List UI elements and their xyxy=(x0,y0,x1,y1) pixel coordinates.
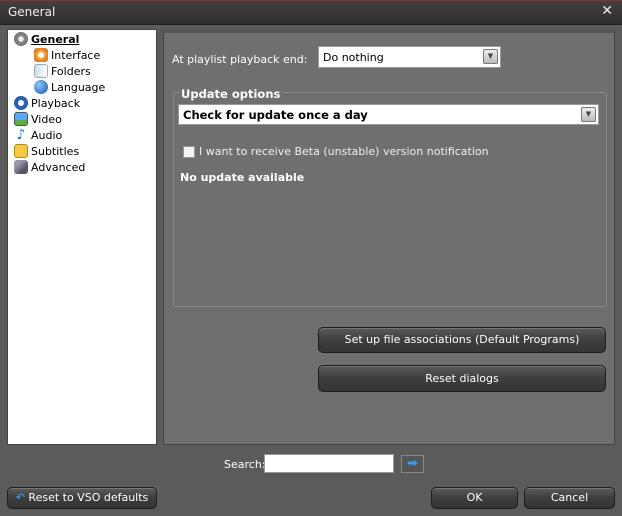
close-button[interactable]: ✕ xyxy=(601,3,613,19)
tree-item-subtitles[interactable]: Subtitles xyxy=(14,144,79,158)
window-title: General xyxy=(8,5,56,19)
update-options-label: Update options xyxy=(179,87,283,101)
chevron-down-icon: ▼ xyxy=(581,107,596,122)
video-icon xyxy=(14,112,28,126)
search-go-button[interactable]: ➡ xyxy=(401,455,424,473)
general-settings-panel: At playlist playback end: Do nothing ▼ U… xyxy=(163,29,615,445)
tree-item-folders[interactable]: Folders xyxy=(34,64,91,78)
category-tree: General Interface Folders Language Playb… xyxy=(7,29,157,445)
playlist-end-label: At playlist playback end: xyxy=(172,53,308,66)
interface-icon xyxy=(34,48,48,62)
tree-item-interface[interactable]: Interface xyxy=(34,48,100,62)
playlist-end-select[interactable]: Do nothing ▼ xyxy=(318,46,501,68)
tree-item-playback[interactable]: Playback xyxy=(14,96,80,110)
beta-checkbox[interactable] xyxy=(183,146,195,158)
folder-icon xyxy=(34,64,48,78)
update-frequency-select[interactable]: Check for update once a day ▼ xyxy=(178,104,599,125)
tree-item-language[interactable]: Language xyxy=(34,80,105,94)
tree-item-advanced[interactable]: Advanced xyxy=(14,160,85,174)
reset-dialogs-button[interactable]: Reset dialogs xyxy=(318,365,606,392)
ok-button[interactable]: OK xyxy=(431,487,518,509)
title-bar[interactable]: General ✕ xyxy=(0,0,622,25)
gear-icon xyxy=(14,32,28,46)
globe-icon xyxy=(34,80,48,94)
undo-icon: ↶ xyxy=(15,491,29,504)
playlist-end-value: Do nothing xyxy=(323,50,384,64)
subtitles-icon xyxy=(14,144,28,158)
music-note-icon: ♪ xyxy=(16,127,26,143)
cancel-button[interactable]: Cancel xyxy=(524,487,615,509)
update-status: No update available xyxy=(180,171,305,184)
file-associations-button[interactable]: Set up file associations (Default Progra… xyxy=(318,327,606,353)
wrench-icon xyxy=(14,160,28,174)
tree-item-audio[interactable]: ♪ Audio xyxy=(14,127,63,143)
tree-item-general[interactable]: General xyxy=(14,32,79,46)
reset-defaults-button[interactable]: ↶ Reset to VSO defaults xyxy=(7,487,157,509)
arrow-right-icon: ➡ xyxy=(407,456,418,471)
beta-label[interactable]: I want to receive Beta (unstable) versio… xyxy=(199,145,489,158)
update-frequency-value: Check for update once a day xyxy=(183,107,368,122)
search-input[interactable] xyxy=(264,454,394,473)
chevron-down-icon: ▼ xyxy=(483,49,498,64)
play-icon xyxy=(14,96,28,110)
tree-item-video[interactable]: Video xyxy=(14,112,62,126)
search-label: Search: xyxy=(224,458,266,471)
